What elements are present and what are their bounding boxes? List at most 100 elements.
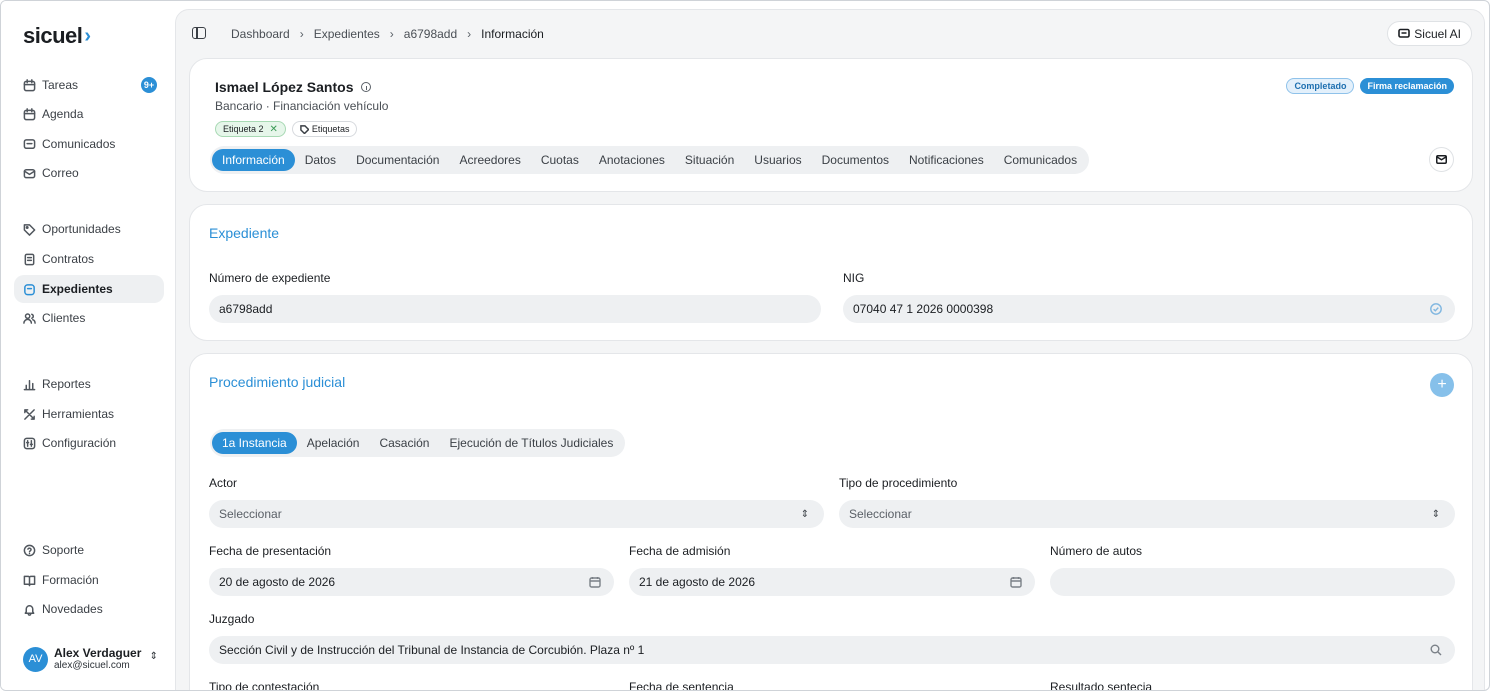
numero-expediente-field[interactable]: a6798add	[209, 295, 821, 323]
tasks-count-badge: 9+	[141, 77, 157, 93]
tab-situacion[interactable]: Situación	[675, 149, 744, 171]
book-icon	[23, 574, 36, 587]
breadcrumb-expediente-id[interactable]: a6798add	[404, 27, 457, 41]
nig-label: NIG	[843, 271, 865, 285]
send-mail-button[interactable]	[1429, 147, 1454, 172]
sidebar-item-oportunidades[interactable]: Oportunidades	[14, 215, 164, 243]
avatar: AV	[23, 646, 48, 672]
procedimiento-title: Procedimiento judicial	[209, 374, 346, 390]
tab-informacion[interactable]: Información	[212, 149, 295, 171]
case-subtitle: Bancario · Financiación vehículo	[215, 99, 389, 113]
sidebar-item-label: Tareas	[42, 78, 79, 92]
mail-icon	[1436, 155, 1447, 164]
status-badges: Completado Firma reclamación	[1286, 78, 1454, 94]
breadcrumb-expedientes[interactable]: Expedientes	[314, 27, 380, 41]
tab-datos[interactable]: Datos	[295, 149, 346, 171]
fecha-admision-label: Fecha de admisión	[629, 544, 731, 558]
tab-anotaciones[interactable]: Anotaciones	[589, 149, 675, 171]
chevron-right-icon: ›	[299, 27, 304, 41]
actor-value: Seleccionar	[219, 507, 282, 521]
folder-icon	[23, 283, 36, 296]
info-icon[interactable]	[361, 82, 372, 92]
sidebar-item-agenda[interactable]: Agenda	[14, 100, 164, 128]
calendar-check-icon	[23, 78, 36, 92]
juzgado-value: Sección Civil y de Instrucción del Tribu…	[219, 643, 645, 657]
fecha-sentencia-label: Fecha de sentencia	[629, 680, 734, 691]
sicuel-ai-label: Sicuel AI	[1414, 26, 1461, 41]
remove-tag-icon[interactable]: ✕	[270, 124, 278, 135]
brand-logo[interactable]: sicuel ›	[23, 23, 91, 49]
topbar: Dashboard › Expedientes › a6798add › Inf…	[176, 10, 1484, 56]
client-name-text: Ismael López Santos	[215, 79, 354, 95]
sidebar-item-reportes[interactable]: Reportes	[14, 370, 164, 398]
settings-icon	[23, 437, 36, 450]
bell-icon	[23, 603, 36, 616]
tab-notificaciones[interactable]: Notificaciones	[899, 149, 994, 171]
sidebar-item-label: Correo	[42, 166, 79, 180]
sidebar-item-soporte[interactable]: Soporte	[14, 536, 164, 564]
tools-icon	[23, 408, 36, 421]
sidebar-toggle-icon[interactable]	[192, 27, 206, 39]
tab-comunicados[interactable]: Comunicados	[994, 149, 1087, 171]
chevrons-up-down-icon: ⇕	[800, 508, 810, 520]
sidebar-item-contratos[interactable]: Contratos	[14, 245, 164, 273]
tab-primera-instancia[interactable]: 1a Instancia	[212, 432, 297, 454]
nig-value: 07040 47 1 2026 0000398	[853, 302, 994, 316]
tag-icon	[23, 223, 36, 236]
tags-button[interactable]: Etiquetas	[291, 121, 358, 137]
sidebar-item-label: Comunicados	[42, 137, 116, 151]
check-circle-icon	[1429, 302, 1443, 316]
actor-select[interactable]: Seleccionar ⇕	[209, 500, 824, 528]
brand-mark: ›	[84, 24, 91, 47]
tab-acreedores[interactable]: Acreedores	[449, 149, 530, 171]
sidebar-item-clientes[interactable]: Clientes	[14, 304, 164, 332]
tab-casacion[interactable]: Casación	[369, 432, 439, 454]
sidebar-item-configuracion[interactable]: Configuración	[14, 429, 164, 457]
sidebar-item-label: Soporte	[42, 543, 85, 557]
sidebar-item-expedientes[interactable]: Expedientes	[14, 275, 164, 303]
tab-usuarios[interactable]: Usuarios	[744, 149, 811, 171]
nig-field[interactable]: 07040 47 1 2026 0000398	[843, 295, 1455, 323]
sidebar-item-novedades[interactable]: Novedades	[14, 595, 164, 623]
sidebar-item-tareas[interactable]: Tareas 9+	[14, 71, 164, 99]
resultado-sentencia-label: Resultado sentecia	[1050, 680, 1153, 691]
client-name: Ismael López Santos	[215, 79, 372, 95]
mail-icon	[23, 167, 36, 180]
tab-apelacion[interactable]: Apelación	[297, 432, 370, 454]
user-menu[interactable]: AV Alex Verdaguer alex@sicuel.com ⇕	[23, 645, 158, 673]
tab-documentacion[interactable]: Documentación	[346, 149, 449, 171]
expediente-card: Expediente Número de expediente a6798add…	[189, 204, 1473, 341]
sicuel-ai-button[interactable]: Sicuel AI	[1387, 21, 1472, 46]
fecha-presentacion-value: 20 de agosto de 2026	[219, 575, 336, 589]
case-tabs: Información Datos Documentación Acreedor…	[210, 146, 1090, 174]
fecha-presentacion-field[interactable]: 20 de agosto de 2026	[209, 568, 614, 596]
juzgado-label: Juzgado	[209, 612, 255, 626]
sidebar: sicuel › Tareas 9+ Agenda Comunicados Cor…	[1, 1, 175, 690]
sidebar-item-herramientas[interactable]: Herramientas	[14, 400, 164, 428]
fecha-admision-field[interactable]: 21 de agosto de 2026	[629, 568, 1035, 596]
fecha-admision-value: 21 de agosto de 2026	[639, 575, 756, 589]
numero-autos-field[interactable]	[1050, 568, 1455, 596]
tab-ejecucion[interactable]: Ejecución de Títulos Judiciales	[439, 432, 623, 454]
search-icon[interactable]	[1429, 643, 1443, 657]
sidebar-item-comunicados[interactable]: Comunicados	[14, 130, 164, 158]
tab-cuotas[interactable]: Cuotas	[531, 149, 589, 171]
breadcrumb-dashboard[interactable]: Dashboard	[231, 27, 290, 41]
sidebar-item-formacion[interactable]: Formación	[14, 566, 164, 594]
status-badge: Completado	[1286, 78, 1355, 94]
tipo-procedimiento-select[interactable]: Seleccionar ⇕	[839, 500, 1455, 528]
plus-icon: +	[1437, 376, 1447, 393]
add-procedimiento-button[interactable]: +	[1430, 373, 1454, 397]
tipo-contestacion-label: Tipo de contestación	[209, 680, 320, 691]
fecha-presentacion-label: Fecha de presentación	[209, 544, 332, 558]
sidebar-item-correo[interactable]: Correo	[14, 159, 164, 187]
breadcrumb-current: Información	[481, 27, 544, 41]
message-icon	[23, 138, 36, 151]
document-icon	[23, 253, 36, 266]
numero-expediente-label: Número de expediente	[209, 271, 331, 285]
tab-documentos[interactable]: Documentos	[812, 149, 899, 171]
chat-icon	[1398, 28, 1411, 38]
juzgado-field[interactable]: Sección Civil y de Instrucción del Tribu…	[209, 636, 1455, 664]
tag-label: Etiqueta 2	[223, 124, 264, 134]
expediente-title: Expediente	[209, 225, 280, 241]
